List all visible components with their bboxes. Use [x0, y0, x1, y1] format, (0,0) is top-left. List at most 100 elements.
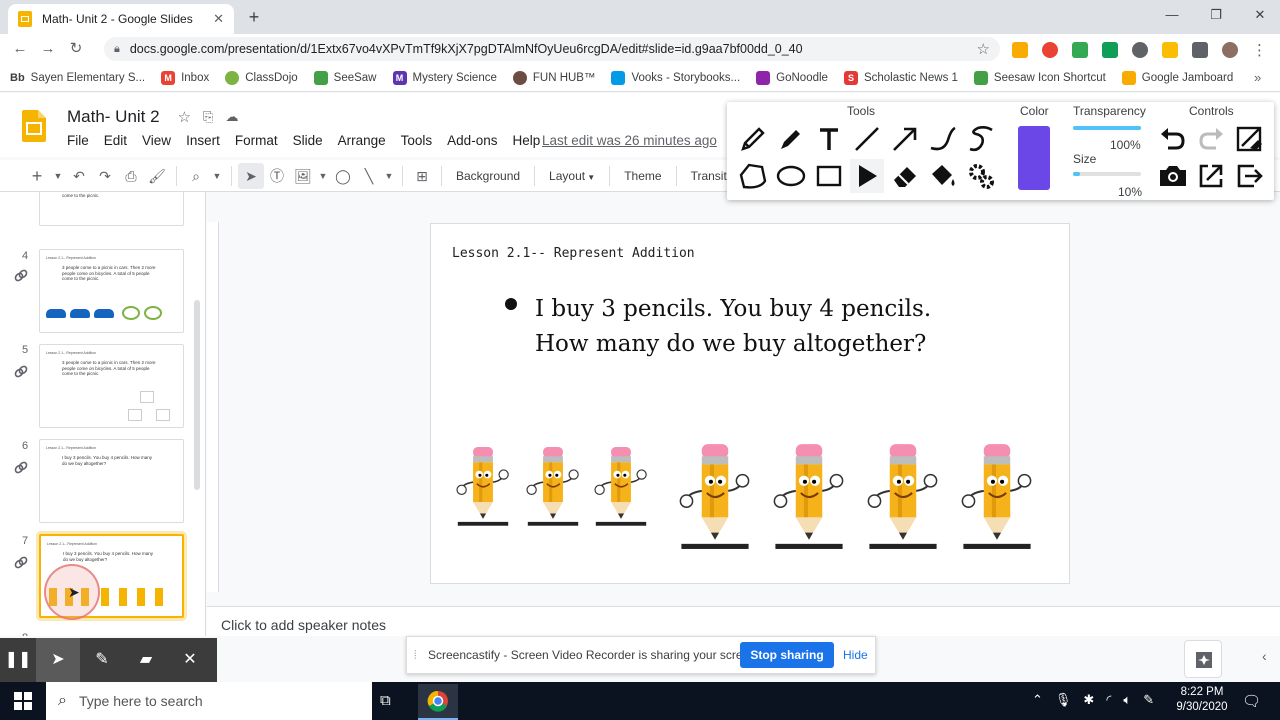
- pen-workspace-icon[interactable]: ✎: [1143, 692, 1154, 708]
- microphone-icon[interactable]: 🎙︎: [1055, 692, 1072, 708]
- new-slide-dropdown-icon[interactable]: ▼: [50, 163, 66, 189]
- settings-gears-icon[interactable]: [964, 159, 998, 193]
- slide-thumbnail[interactable]: Lesson 2.1-- Represent Addition I buy 3 …: [39, 439, 184, 523]
- pause-icon[interactable]: ❚❚: [0, 638, 36, 682]
- rectangle-tool-icon[interactable]: [812, 159, 846, 193]
- cursor-tool-icon[interactable]: [850, 159, 884, 193]
- menu-addons[interactable]: Add-ons: [447, 133, 497, 148]
- background-button[interactable]: Background: [456, 169, 520, 183]
- extension-record-icon[interactable]: [1042, 42, 1058, 58]
- extension-shield-icon[interactable]: [1012, 42, 1028, 58]
- browser-tab[interactable]: Math- Unit 2 - Google Slides ✕: [8, 4, 234, 34]
- extension-seesaw-icon[interactable]: [1072, 42, 1088, 58]
- slide-thumbnail[interactable]: Lesson 2.1-- Represent Addition 3 people…: [39, 344, 184, 428]
- arrow-tool-icon[interactable]: [888, 122, 922, 156]
- windows-start-icon[interactable]: [14, 692, 32, 710]
- chrome-taskbar-button[interactable]: [418, 684, 458, 720]
- new-slide-icon[interactable]: +: [24, 163, 50, 189]
- clear-drawing-icon[interactable]: [1232, 122, 1266, 156]
- freeform-tool-icon[interactable]: [964, 122, 998, 156]
- star-icon[interactable]: ☆: [178, 108, 191, 126]
- zoom-dropdown-icon[interactable]: ▼: [209, 163, 225, 189]
- network-icon[interactable]: ◜: [1106, 692, 1111, 708]
- color-swatch[interactable]: [1018, 126, 1050, 190]
- forward-icon[interactable]: →: [36, 37, 60, 61]
- line-tool-icon[interactable]: [850, 122, 884, 156]
- line-icon[interactable]: ╲: [356, 163, 382, 189]
- document-title[interactable]: Math- Unit 2 ☆ ⎘ ☁︎: [67, 107, 238, 127]
- close-window-button[interactable]: ✕: [1238, 4, 1280, 26]
- reload-icon[interactable]: ↻: [64, 37, 88, 61]
- pen-icon[interactable]: [736, 122, 770, 156]
- bookmark-item[interactable]: Seesaw Icon Shortcut: [973, 70, 1106, 85]
- undo-drawing-icon[interactable]: [1156, 122, 1190, 156]
- filmstrip[interactable]: come to the picnic. 4 Lesson 2.1-- Repre…: [0, 192, 206, 636]
- redo-icon[interactable]: ↷: [92, 163, 118, 189]
- text-tool-icon[interactable]: [812, 122, 846, 156]
- extensions-puzzle-icon[interactable]: [1192, 42, 1208, 58]
- slides-logo-icon[interactable]: [22, 110, 46, 142]
- select-cursor-icon[interactable]: ➤: [238, 162, 264, 189]
- polygon-tool-icon[interactable]: [736, 159, 770, 193]
- comment-icon[interactable]: ⊞: [409, 163, 435, 189]
- bookmark-star-icon[interactable]: ☆: [977, 40, 990, 58]
- line-dropdown-icon[interactable]: ▼: [382, 163, 396, 189]
- close-tab-icon[interactable]: ✕: [213, 11, 224, 27]
- extension-hand-icon[interactable]: [1162, 42, 1178, 58]
- browser-menu-icon[interactable]: ⋮: [1252, 41, 1267, 59]
- menu-tools[interactable]: Tools: [401, 133, 433, 148]
- undo-icon[interactable]: ↶: [66, 163, 92, 189]
- screenshot-camera-icon[interactable]: [1156, 159, 1190, 193]
- slide-title[interactable]: Lesson 2.1-- Represent Addition: [452, 246, 695, 261]
- menu-insert[interactable]: Insert: [186, 133, 220, 148]
- bookmark-item[interactable]: GoNoodle: [756, 70, 828, 85]
- bookmark-item[interactable]: ClassDojo: [225, 70, 298, 85]
- zoom-icon[interactable]: ⌕: [183, 163, 209, 189]
- slide-thumbnail[interactable]: Lesson 2.1-- Represent Addition 3 people…: [39, 249, 184, 333]
- taskbar-search[interactable]: ⌕ Type here to search: [46, 682, 372, 720]
- size-slider[interactable]: [1073, 172, 1141, 176]
- fill-bucket-icon[interactable]: [926, 159, 960, 193]
- bookmark-item[interactable]: M Inbox: [161, 70, 209, 85]
- shape-icon[interactable]: ◯: [330, 163, 356, 189]
- hide-button[interactable]: Hide: [843, 648, 868, 662]
- bookmark-item[interactable]: M Mystery Science: [392, 70, 497, 85]
- pen-mode-icon[interactable]: ✎: [80, 638, 124, 682]
- theme-button[interactable]: Theme: [624, 169, 661, 183]
- speaker-notes-placeholder[interactable]: Click to add speaker notes: [221, 617, 386, 633]
- image-dropdown-icon[interactable]: ▼: [316, 163, 330, 189]
- bookmark-item[interactable]: Vooks - Storybooks...: [611, 70, 740, 85]
- curve-tool-icon[interactable]: [926, 122, 960, 156]
- address-bar[interactable]: 🔒︎ docs.google.com/presentation/d/1Extx6…: [104, 37, 1000, 61]
- notifications-icon[interactable]: 🗨︎: [1242, 692, 1261, 710]
- taskbar-clock[interactable]: 8:22 PM 9/30/2020: [1174, 685, 1230, 715]
- bookmark-item[interactable]: Google Jamboard: [1121, 70, 1233, 85]
- extension-sheets-icon[interactable]: [1102, 42, 1118, 58]
- profile-avatar[interactable]: [1222, 42, 1238, 58]
- highlighter-icon[interactable]: [774, 122, 808, 156]
- pop-out-icon[interactable]: [1194, 159, 1228, 193]
- bookmark-item[interactable]: SeeSaw: [313, 70, 377, 85]
- menu-help[interactable]: Help: [512, 133, 540, 148]
- new-tab-button[interactable]: +: [244, 8, 264, 28]
- highlighter-mode-icon[interactable]: ▰: [124, 638, 168, 682]
- text-box-icon[interactable]: Ⓣ: [264, 163, 290, 189]
- bookmark-item[interactable]: Bb Sayen Elementary S...: [10, 72, 145, 84]
- task-view-icon[interactable]: ⧉: [380, 692, 391, 709]
- print-icon[interactable]: ⎙: [118, 163, 144, 189]
- slide-body-text[interactable]: I buy 3 pencils. You buy 4 pencils. How …: [535, 292, 955, 362]
- move-folder-icon[interactable]: ⎘: [203, 109, 213, 125]
- close-controls-icon[interactable]: ✕: [168, 638, 212, 682]
- more-bookmarks-icon[interactable]: »: [1254, 70, 1261, 85]
- tray-expand-icon[interactable]: ⌃: [1032, 692, 1043, 708]
- volume-icon[interactable]: 🔈︎: [1123, 692, 1131, 708]
- menu-file[interactable]: File: [67, 133, 89, 148]
- cursor-mode-icon[interactable]: ➤: [36, 638, 80, 682]
- drag-handle-icon[interactable]: ⦙: [414, 648, 417, 663]
- extension-person-icon[interactable]: [1132, 42, 1148, 58]
- bookmark-item[interactable]: S Scholastic News 1: [843, 70, 958, 85]
- bluetooth-icon[interactable]: ✱: [1083, 692, 1094, 708]
- menu-edit[interactable]: Edit: [104, 133, 127, 148]
- maximize-button[interactable]: ❐: [1194, 4, 1238, 26]
- side-panel-toggle-icon[interactable]: ‹: [1262, 648, 1267, 664]
